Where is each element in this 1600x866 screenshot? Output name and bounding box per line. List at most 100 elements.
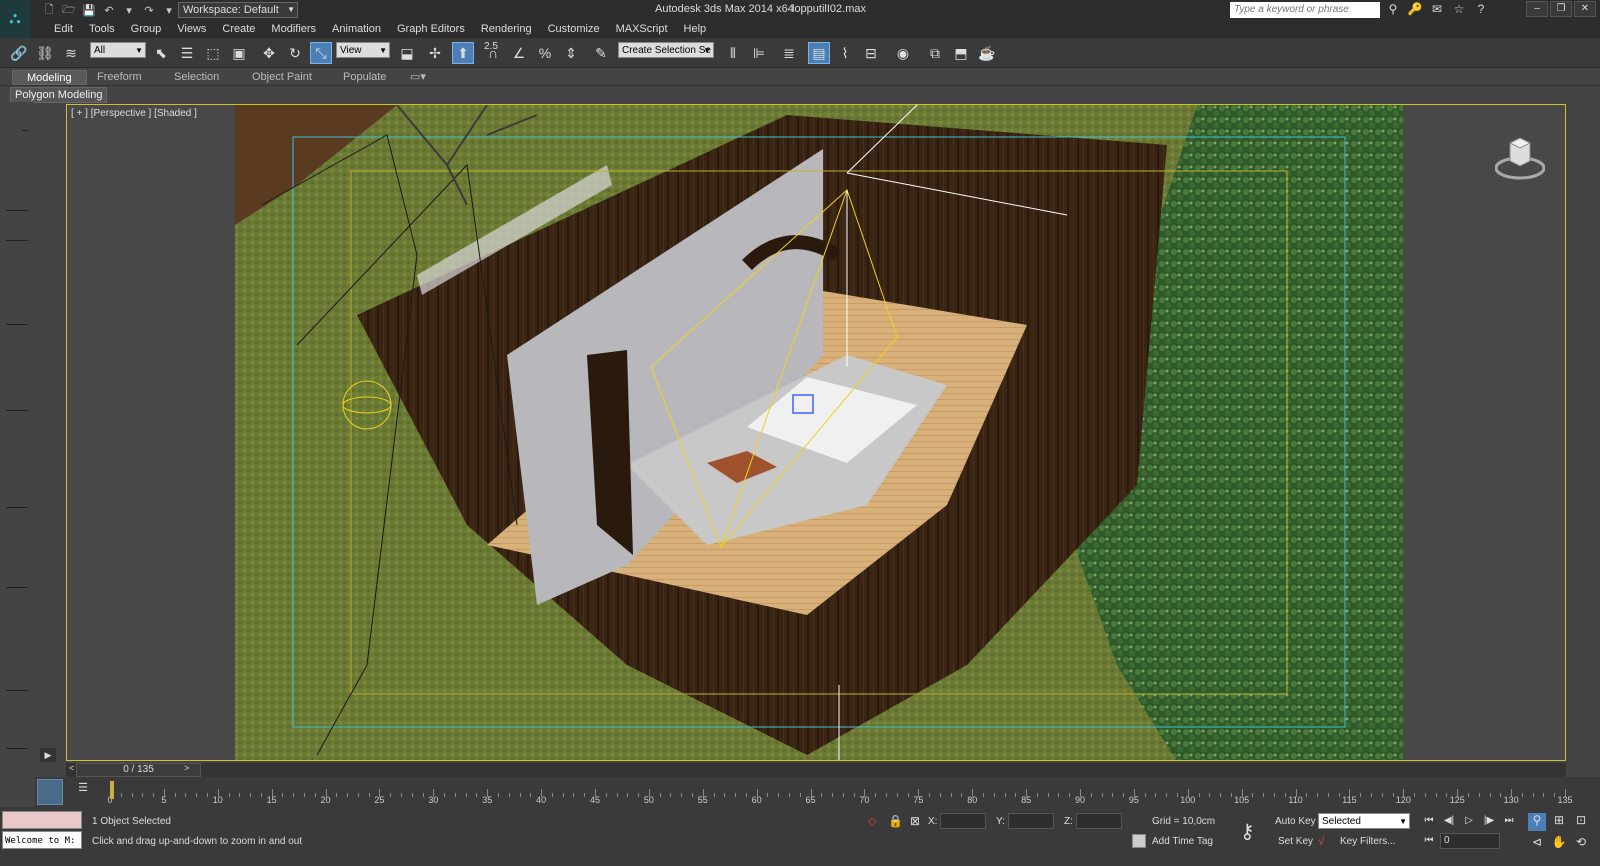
- menu-create[interactable]: Create: [214, 20, 263, 38]
- tab-object-paint[interactable]: Object Paint: [252, 70, 312, 85]
- menu-maxscript[interactable]: MAXScript: [608, 20, 676, 38]
- open-file-icon[interactable]: 🗁: [60, 2, 78, 18]
- auto-key-button[interactable]: Auto Key: [1275, 816, 1316, 827]
- ribbon-toggle-icon[interactable]: ▤: [808, 42, 830, 64]
- maxscript-listener[interactable]: [2, 811, 82, 829]
- unlink-icon[interactable]: ⛓: [34, 42, 56, 64]
- zoom-all-icon[interactable]: ⊞: [1550, 813, 1568, 831]
- go-to-start-icon[interactable]: ⏮: [1420, 813, 1438, 829]
- close-icon[interactable]: ✕: [1574, 1, 1596, 17]
- ribbon-options-icon[interactable]: ▭▾: [410, 70, 426, 85]
- schematic-view-icon[interactable]: ⊟: [860, 42, 882, 64]
- favorites-star-icon[interactable]: ☆: [1451, 2, 1467, 18]
- menu-rendering[interactable]: Rendering: [473, 20, 540, 38]
- percent-snap-icon[interactable]: %: [534, 42, 556, 64]
- 3ds-max-logo-icon[interactable]: ⛬: [0, 0, 30, 38]
- ribbon-panel-polygon-modeling[interactable]: Polygon Modeling: [10, 87, 108, 103]
- set-key-button[interactable]: Set Key: [1278, 836, 1313, 847]
- redo-dropdown-icon[interactable]: ▾: [160, 2, 178, 18]
- keyboard-shortcut-override-icon[interactable]: ⬆: [452, 42, 474, 64]
- x-coordinate-field[interactable]: [940, 813, 986, 829]
- perspective-viewport[interactable]: [ + ] [Perspective ] [Shaded ]: [66, 104, 1566, 761]
- maxscript-mini-listener[interactable]: Welcome to M:: [2, 831, 82, 849]
- scale-icon[interactable]: ⤡: [310, 42, 332, 64]
- track-bar-menu-icon[interactable]: ☰: [75, 781, 91, 797]
- select-by-name-icon[interactable]: ☰: [176, 42, 198, 64]
- rendered-frame-window-icon[interactable]: ⬒: [950, 42, 972, 64]
- previous-frame-icon[interactable]: ◀|: [1440, 813, 1458, 829]
- time-cursor[interactable]: [110, 781, 114, 799]
- z-coordinate-field[interactable]: [1076, 813, 1122, 829]
- help-icon[interactable]: ?: [1473, 2, 1489, 18]
- reference-coordinate-dropdown[interactable]: View ▼: [336, 42, 390, 58]
- pivot-center-icon[interactable]: ⬓: [396, 42, 418, 64]
- render-setup-icon[interactable]: ⧉: [924, 42, 946, 64]
- orbit-icon[interactable]: ⟲: [1572, 835, 1590, 853]
- menu-animation[interactable]: Animation: [324, 20, 389, 38]
- tab-freeform[interactable]: Freeform: [97, 70, 142, 85]
- rectangular-selection-icon[interactable]: ⬚: [202, 42, 224, 64]
- angle-snap-icon[interactable]: ∠: [508, 42, 530, 64]
- pan-icon[interactable]: ✋: [1550, 835, 1568, 853]
- go-to-end-icon[interactable]: ⏭: [1500, 813, 1518, 829]
- viewcube-icon[interactable]: [1495, 133, 1545, 183]
- scene-render[interactable]: [67, 105, 1566, 761]
- workspace-dropdown[interactable]: Workspace: Default ▼: [178, 2, 298, 18]
- mirror-icon[interactable]: ⫴: [722, 42, 744, 64]
- key-mode-toggle-icon[interactable]: ⏮: [1420, 833, 1438, 849]
- select-manipulate-icon[interactable]: ✢: [424, 42, 446, 64]
- set-keys-key-icon[interactable]: ⚷: [1240, 819, 1255, 844]
- select-object-icon[interactable]: ⬉: [150, 42, 172, 64]
- search-input[interactable]: [1230, 2, 1380, 18]
- mini-curve-editor-icon[interactable]: [37, 779, 63, 805]
- search-binoculars-icon[interactable]: ⚲: [1385, 2, 1401, 18]
- window-crossing-icon[interactable]: ▣: [228, 42, 250, 64]
- tab-selection[interactable]: Selection: [174, 70, 219, 85]
- menu-help[interactable]: Help: [676, 20, 715, 38]
- save-icon[interactable]: 💾: [80, 2, 98, 18]
- menu-graph-editors[interactable]: Graph Editors: [389, 20, 473, 38]
- select-and-link-icon[interactable]: 🔗: [8, 42, 30, 64]
- menu-tools[interactable]: Tools: [81, 20, 123, 38]
- prev-frame-icon[interactable]: <: [69, 763, 74, 773]
- new-file-icon[interactable]: 🗋: [40, 2, 58, 18]
- communication-center-icon[interactable]: ✉: [1429, 2, 1445, 18]
- tab-populate[interactable]: Populate: [343, 70, 386, 85]
- undo-dropdown-icon[interactable]: ▾: [120, 2, 138, 18]
- absolute-mode-icon[interactable]: ⊠: [910, 814, 920, 828]
- key-tangent-icon[interactable]: √: [1318, 834, 1325, 848]
- bind-space-warp-icon[interactable]: ≋: [60, 42, 82, 64]
- material-editor-icon[interactable]: ◉: [892, 42, 914, 64]
- menu-edit[interactable]: Edit: [46, 20, 81, 38]
- key-filters-button[interactable]: Key Filters...: [1340, 836, 1396, 847]
- timeline-ruler[interactable]: 0 5 10 15 20 25 30 35 40 45 50 55 60 65 70 75 80 85 90 95 10…: [107, 779, 1573, 805]
- time-slider[interactable]: < 0 / 135 >: [66, 763, 1566, 777]
- field-of-view-icon[interactable]: ⊲: [1528, 835, 1546, 853]
- curve-editor-icon[interactable]: ⌇: [834, 42, 856, 64]
- key-mode-dropdown[interactable]: Selected ▼: [1318, 813, 1410, 829]
- selection-filter-dropdown[interactable]: All ▼: [90, 42, 146, 58]
- layer-manager-icon[interactable]: ≣: [778, 42, 800, 64]
- time-slider-thumb[interactable]: 0 / 135: [76, 763, 201, 777]
- menu-customize[interactable]: Customize: [540, 20, 608, 38]
- menu-views[interactable]: Views: [169, 20, 214, 38]
- zoom-icon[interactable]: ⚲: [1528, 813, 1546, 831]
- play-icon[interactable]: ▶: [40, 748, 56, 762]
- tab-modeling[interactable]: Modeling: [12, 70, 87, 85]
- subscription-icon[interactable]: 🔑: [1407, 2, 1423, 18]
- play-animation-icon[interactable]: ▷: [1460, 813, 1478, 829]
- selection-lock-icon[interactable]: 🔒: [888, 814, 903, 828]
- rotate-icon[interactable]: ↻: [284, 42, 306, 64]
- spinner-snap-icon[interactable]: ⇕: [560, 42, 582, 64]
- next-frame-icon[interactable]: |▶: [1480, 813, 1498, 829]
- viewport-label[interactable]: [ + ] [Perspective ] [Shaded ]: [71, 108, 197, 119]
- render-production-icon[interactable]: ☕: [976, 42, 998, 64]
- maximize-viewport-icon[interactable]: ⊡: [1572, 813, 1590, 831]
- restore-icon[interactable]: ❐: [1550, 1, 1572, 17]
- redo-icon[interactable]: ↷: [140, 2, 158, 18]
- undo-icon[interactable]: ↶: [100, 2, 118, 18]
- snaps-toggle-icon[interactable]: ∩: [482, 42, 504, 64]
- menu-group[interactable]: Group: [123, 20, 170, 38]
- minimize-icon[interactable]: –: [1526, 1, 1548, 17]
- time-tag-icon[interactable]: [1132, 834, 1146, 848]
